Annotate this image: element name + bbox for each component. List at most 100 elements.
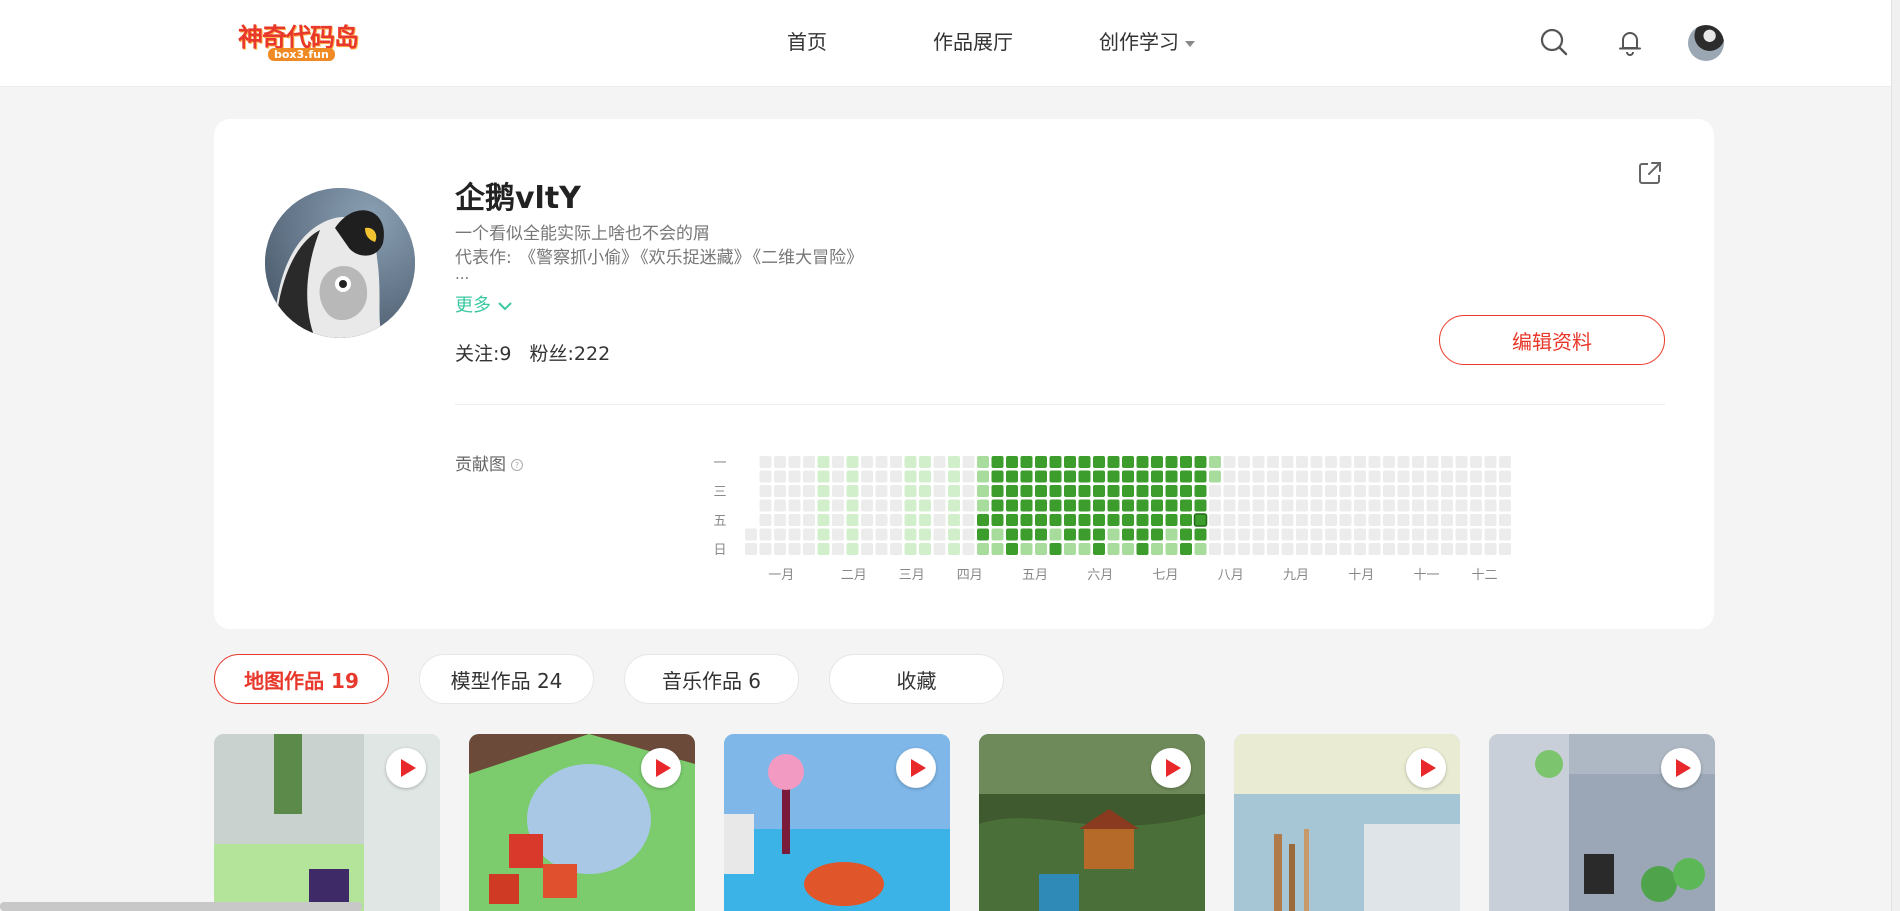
heatmap-cell[interactable] bbox=[1354, 456, 1366, 468]
heatmap-cell[interactable] bbox=[1325, 514, 1337, 526]
heatmap-cell[interactable] bbox=[1354, 543, 1366, 555]
heatmap-cell[interactable] bbox=[1180, 499, 1192, 512]
heatmap-cell[interactable] bbox=[1339, 485, 1352, 497]
heatmap-cell[interactable] bbox=[1020, 528, 1033, 541]
heatmap-cell[interactable] bbox=[1122, 514, 1134, 526]
heatmap-cell[interactable] bbox=[832, 470, 844, 483]
heatmap-cell[interactable] bbox=[788, 470, 801, 483]
heatmap-cell[interactable] bbox=[803, 528, 815, 541]
heatmap-cell[interactable] bbox=[1209, 470, 1221, 483]
heatmap-cell[interactable] bbox=[861, 514, 873, 526]
work-card[interactable] bbox=[1234, 734, 1460, 911]
heatmap-cell[interactable] bbox=[875, 528, 888, 541]
heatmap-cell[interactable] bbox=[1064, 485, 1076, 497]
heatmap-cell[interactable] bbox=[1049, 470, 1062, 483]
heatmap-cell[interactable] bbox=[803, 514, 815, 526]
heatmap-cell[interactable] bbox=[1180, 528, 1192, 541]
heatmap-cell[interactable] bbox=[977, 543, 989, 555]
heatmap-cell[interactable] bbox=[1470, 485, 1482, 497]
heatmap-cell[interactable] bbox=[1165, 456, 1178, 468]
work-card[interactable] bbox=[724, 734, 950, 911]
heatmap-cell[interactable] bbox=[803, 470, 815, 483]
heatmap-cell[interactable] bbox=[861, 528, 873, 541]
heatmap-cell[interactable] bbox=[948, 528, 960, 541]
heatmap-cell[interactable] bbox=[1238, 543, 1250, 555]
tab-map-works[interactable]: 地图作品 19 bbox=[214, 654, 389, 704]
heatmap-cell[interactable] bbox=[1455, 456, 1468, 468]
heatmap-cell[interactable] bbox=[759, 470, 772, 483]
vertical-scrollbar[interactable] bbox=[1891, 0, 1900, 911]
heatmap-cell[interactable] bbox=[1064, 514, 1076, 526]
heatmap-cell[interactable] bbox=[1455, 528, 1468, 541]
heatmap-cell[interactable] bbox=[919, 456, 931, 468]
heatmap-cell[interactable] bbox=[1020, 456, 1033, 468]
heatmap-cell[interactable] bbox=[1078, 499, 1091, 512]
heatmap-cell[interactable] bbox=[1122, 456, 1134, 468]
heatmap-cell[interactable] bbox=[919, 543, 931, 555]
heatmap-cell[interactable] bbox=[774, 485, 786, 497]
heatmap-cell[interactable] bbox=[1281, 470, 1294, 483]
heatmap-cell[interactable] bbox=[948, 470, 960, 483]
heatmap-cell[interactable] bbox=[1020, 514, 1033, 526]
heatmap-cell[interactable] bbox=[1325, 499, 1337, 512]
heatmap-cell[interactable] bbox=[803, 485, 815, 497]
heatmap-cell[interactable] bbox=[1339, 470, 1352, 483]
user-avatar[interactable] bbox=[1688, 25, 1724, 61]
heatmap-cell[interactable] bbox=[890, 456, 902, 468]
heatmap-cell[interactable] bbox=[1499, 514, 1511, 526]
heatmap-cell[interactable] bbox=[991, 470, 1004, 483]
heatmap-cell[interactable] bbox=[977, 528, 989, 541]
heatmap-cell[interactable] bbox=[1049, 499, 1062, 512]
heatmap-cell[interactable] bbox=[1484, 514, 1497, 526]
heatmap-cell[interactable] bbox=[1441, 543, 1453, 555]
heatmap-cell[interactable] bbox=[1252, 470, 1265, 483]
heatmap-cell[interactable] bbox=[890, 514, 902, 526]
heatmap-cell[interactable] bbox=[991, 514, 1004, 526]
heatmap-cell[interactable] bbox=[977, 456, 989, 468]
heatmap-cell[interactable] bbox=[1020, 470, 1033, 483]
heatmap-cell[interactable] bbox=[1325, 470, 1337, 483]
heatmap-cell[interactable] bbox=[1107, 499, 1120, 512]
heatmap-cell[interactable] bbox=[948, 543, 960, 555]
heatmap-cell[interactable] bbox=[1194, 528, 1207, 541]
heatmap-cell[interactable] bbox=[1136, 514, 1149, 526]
heatmap-cell[interactable] bbox=[875, 499, 888, 512]
heatmap-cell[interactable] bbox=[1151, 528, 1163, 541]
heatmap-cell[interactable] bbox=[1368, 528, 1381, 541]
heatmap-cell[interactable] bbox=[933, 543, 946, 555]
heatmap-cell[interactable] bbox=[788, 528, 801, 541]
heatmap-cell[interactable] bbox=[1223, 543, 1236, 555]
heatmap-cell[interactable] bbox=[1281, 499, 1294, 512]
heatmap-cell[interactable] bbox=[1136, 543, 1149, 555]
heatmap-cell[interactable] bbox=[1238, 514, 1250, 526]
heatmap-cell[interactable] bbox=[1122, 470, 1134, 483]
heatmap-cell[interactable] bbox=[1470, 514, 1482, 526]
heatmap-cell[interactable] bbox=[1412, 528, 1424, 541]
heatmap-cell[interactable] bbox=[991, 499, 1004, 512]
heatmap-cell[interactable] bbox=[846, 528, 859, 541]
heatmap-cell[interactable] bbox=[1165, 485, 1178, 497]
heatmap-cell[interactable] bbox=[1223, 456, 1236, 468]
heatmap-cell[interactable] bbox=[1455, 514, 1468, 526]
heatmap-cell[interactable] bbox=[803, 456, 815, 468]
heatmap-cell[interactable] bbox=[904, 456, 917, 468]
heatmap-cell[interactable] bbox=[1180, 485, 1192, 497]
heatmap-cell[interactable] bbox=[875, 543, 888, 555]
heatmap-cell[interactable] bbox=[1281, 456, 1294, 468]
heatmap-cell[interactable] bbox=[890, 470, 902, 483]
heatmap-cell[interactable] bbox=[1238, 456, 1250, 468]
heatmap-cell[interactable] bbox=[861, 470, 873, 483]
heatmap-cell[interactable] bbox=[1267, 456, 1279, 468]
heatmap-cell[interactable] bbox=[919, 499, 931, 512]
heatmap-cell[interactable] bbox=[1296, 528, 1308, 541]
heatmap-cell[interactable] bbox=[1107, 456, 1120, 468]
heatmap-cell[interactable] bbox=[962, 456, 975, 468]
heatmap-cell[interactable] bbox=[1484, 528, 1497, 541]
heatmap-cell[interactable] bbox=[1165, 514, 1178, 526]
tab-music-works[interactable]: 音乐作品 6 bbox=[624, 654, 799, 704]
heatmap-cell[interactable] bbox=[1455, 543, 1468, 555]
heatmap-cell[interactable] bbox=[1368, 456, 1381, 468]
heatmap-cell[interactable] bbox=[832, 485, 844, 497]
heatmap-cell[interactable] bbox=[1412, 470, 1424, 483]
heatmap-cell[interactable] bbox=[1296, 543, 1308, 555]
